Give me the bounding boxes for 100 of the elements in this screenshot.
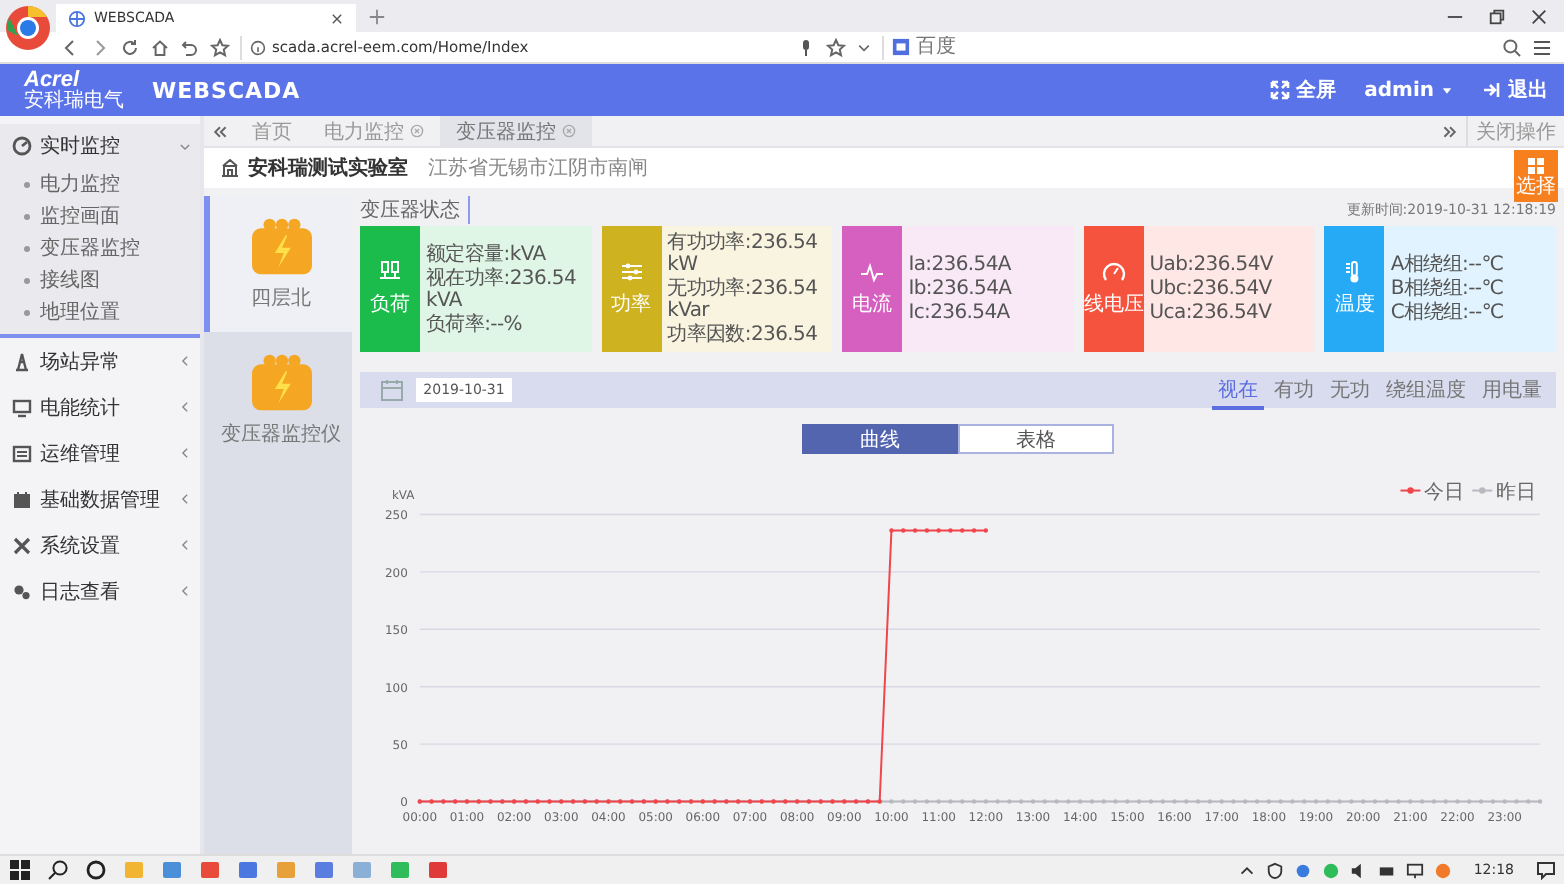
- select-button[interactable]: 选择: [1514, 150, 1558, 202]
- data-point: [901, 528, 906, 533]
- user-menu[interactable]: admin: [1364, 76, 1454, 104]
- circle-icon[interactable]: [84, 858, 108, 882]
- star-icon[interactable]: [826, 37, 846, 57]
- tools-icon: [12, 535, 32, 555]
- data-point: [1431, 799, 1437, 804]
- gears-icon: [12, 581, 32, 601]
- close-icon[interactable]: [330, 11, 344, 25]
- windows-start-icon[interactable]: [8, 858, 32, 882]
- sidebar-item[interactable]: 基础数据管理: [0, 476, 200, 522]
- info-icon: [250, 39, 266, 55]
- logo-subtitle: 安科瑞电气: [24, 91, 124, 111]
- transformer-item[interactable]: 变压器监控仪: [204, 332, 352, 468]
- data-point: [1396, 799, 1401, 804]
- plus-icon[interactable]: [368, 8, 386, 26]
- data-point: [1372, 799, 1378, 804]
- sidebar-item[interactable]: 系统设置: [0, 522, 200, 568]
- metric-tab[interactable]: 无功: [1324, 371, 1376, 409]
- data-point: [1337, 799, 1342, 804]
- data-point: [948, 799, 953, 804]
- back-icon[interactable]: [60, 37, 80, 57]
- logout-icon: [1482, 80, 1502, 100]
- data-point: [1195, 799, 1201, 804]
- caret-icon: [1440, 83, 1454, 97]
- page-tab[interactable]: 首页: [236, 116, 308, 146]
- list-icon: [12, 443, 32, 463]
- submenu-item[interactable]: 电力监控: [0, 168, 200, 200]
- fullscreen-button[interactable]: 全屏: [1270, 76, 1337, 104]
- view-toggle-button[interactable]: 表格: [958, 424, 1114, 454]
- battery-icon[interactable]: [1377, 861, 1396, 879]
- page-tab[interactable]: 电力监控: [308, 116, 440, 146]
- undo-icon[interactable]: [180, 37, 200, 57]
- page-tab[interactable]: 变压器监控: [440, 116, 592, 146]
- submenu-item[interactable]: 接线图: [0, 264, 200, 296]
- card-icon-tile: 温度: [1324, 226, 1385, 352]
- reload-icon[interactable]: [120, 37, 140, 57]
- metric-tab[interactable]: 绕组温度: [1380, 371, 1472, 409]
- data-point: [1526, 799, 1531, 804]
- scroll-right-icon[interactable]: [1442, 123, 1458, 139]
- metric-tab[interactable]: 视在: [1212, 371, 1264, 409]
- logout-button[interactable]: 退出: [1482, 76, 1548, 104]
- app-icon[interactable]: [160, 858, 184, 882]
- sidebar-item[interactable]: 电能统计: [0, 384, 200, 430]
- transformer-item[interactable]: 四层北: [204, 196, 352, 332]
- reading-text: 功率因数:236.54: [667, 324, 820, 346]
- app-icon[interactable]: [426, 858, 450, 882]
- app-icon[interactable]: [198, 858, 222, 882]
- data-point: [912, 528, 918, 533]
- data-point: [948, 528, 953, 533]
- chevron-icon: [178, 538, 192, 552]
- data-point: [995, 799, 1000, 804]
- forward-icon[interactable]: [90, 37, 110, 57]
- sliders-icon: [619, 260, 644, 284]
- sidebar-item[interactable]: 日志查看: [0, 568, 200, 614]
- scroll-left-icon[interactable]: [212, 123, 228, 139]
- close-icon[interactable]: [1530, 8, 1548, 26]
- reading-text: Uab:236.54V: [1149, 254, 1275, 276]
- data-point: [1384, 799, 1389, 804]
- data-point: [960, 799, 965, 804]
- search-icon[interactable]: [46, 858, 70, 882]
- cloud-icon[interactable]: [1293, 861, 1312, 879]
- data-point: [1502, 799, 1507, 804]
- legend-label[interactable]: 今日: [1424, 481, 1465, 504]
- sidebar-item[interactable]: 运维管理: [0, 430, 200, 476]
- notification-icon[interactable]: [1536, 860, 1556, 880]
- monitor-icon[interactable]: [1405, 861, 1424, 879]
- submenu-item[interactable]: 监控画面: [0, 200, 200, 232]
- dropdown-icon[interactable]: [856, 39, 872, 55]
- screen-icon: [12, 397, 32, 417]
- app-icon[interactable]: [236, 858, 260, 882]
- submenu-item[interactable]: 地理位置: [0, 296, 200, 328]
- calendar-icon: [12, 489, 32, 509]
- submenu-item[interactable]: 变压器监控: [0, 232, 200, 264]
- shield-icon[interactable]: [1265, 861, 1284, 879]
- data-point: [1066, 799, 1071, 804]
- data-point: [1054, 799, 1059, 804]
- reading-text: A相绕组:--℃: [1390, 254, 1506, 276]
- data-point: [1219, 799, 1224, 804]
- home-icon[interactable]: [150, 37, 170, 57]
- data-point: [1278, 799, 1283, 804]
- data-point: [1125, 799, 1130, 804]
- logo: Acrel: [24, 69, 80, 91]
- data-point: [889, 799, 894, 804]
- view-toggle-button[interactable]: 曲线: [802, 424, 958, 454]
- data-point: [1419, 799, 1425, 804]
- sidebar-item[interactable]: 场站异常: [0, 338, 200, 384]
- data-point: [1007, 799, 1012, 804]
- close-tabs-button[interactable]: 关闭操作: [1466, 116, 1564, 146]
- restore-icon[interactable]: [1488, 8, 1506, 26]
- metric-tab[interactable]: 有功: [1268, 371, 1320, 409]
- sidebar-item[interactable]: 实时监控: [0, 124, 200, 168]
- star-icon[interactable]: [210, 37, 230, 57]
- metric-tab[interactable]: 用电量: [1476, 371, 1548, 409]
- legend-label[interactable]: 昨日: [1496, 481, 1537, 504]
- data-point: [1467, 799, 1472, 804]
- app-icon[interactable]: [312, 858, 336, 882]
- data-point: [1148, 799, 1154, 804]
- gauge-icon: [12, 136, 32, 156]
- menu-icon[interactable]: [1532, 37, 1552, 57]
